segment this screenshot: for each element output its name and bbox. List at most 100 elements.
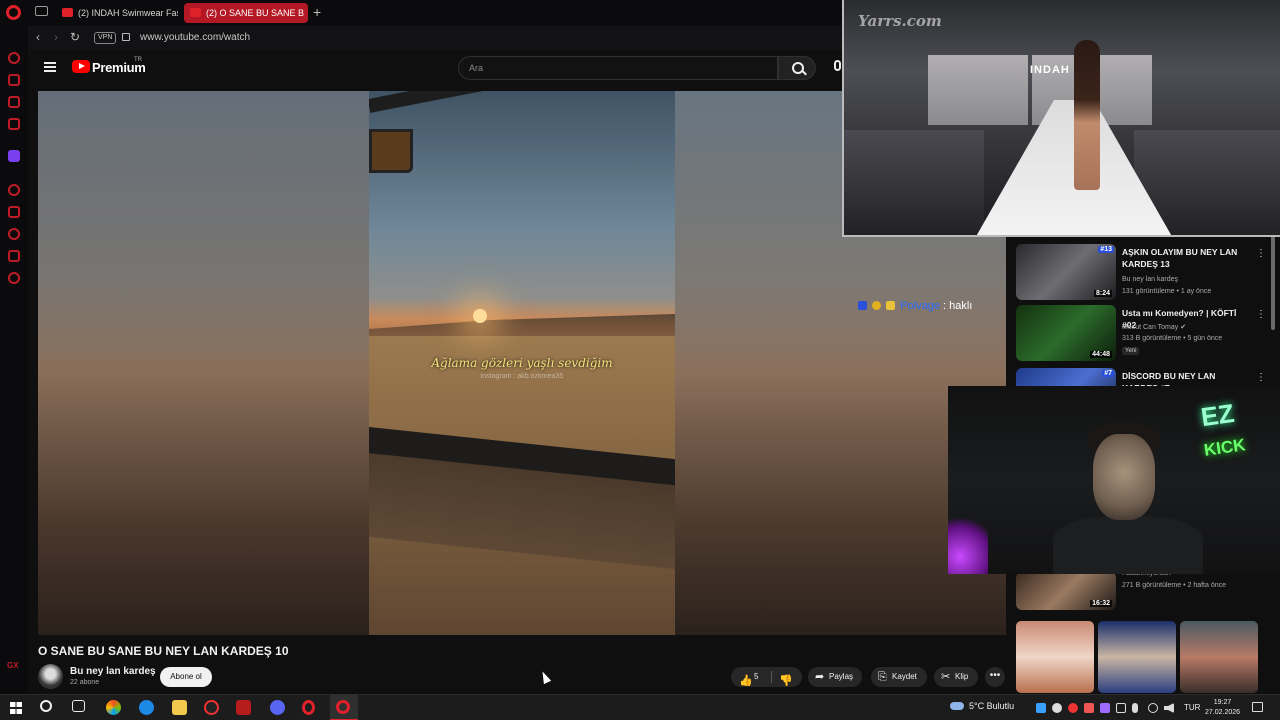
save-button[interactable]: ⎘ Kaydet	[871, 667, 927, 687]
opera-icon[interactable]	[302, 700, 315, 715]
mail-icon[interactable]	[8, 118, 20, 130]
twitch-icon[interactable]	[8, 150, 20, 162]
messenger-icon[interactable]	[8, 96, 20, 108]
badge-icon	[858, 301, 867, 310]
chat-text: : haklı	[943, 300, 973, 312]
file-explorer-icon[interactable]	[172, 700, 187, 715]
watermark: Yarrs.com	[858, 12, 942, 30]
tray-app-icon[interactable]	[1084, 703, 1094, 713]
youtube-header: Premium TR Ara	[28, 50, 843, 86]
lyrics-credit: instagram : akb.ozkrnea35	[480, 373, 564, 380]
telegram-icon[interactable]	[1036, 703, 1046, 713]
back-icon[interactable]: ‹	[36, 30, 40, 44]
thumbs-down-icon[interactable]: 👎	[779, 671, 793, 691]
gx-control-icon[interactable]	[8, 52, 20, 64]
vpn-badge[interactable]: VPN	[94, 32, 117, 44]
windows-start-icon[interactable]	[10, 702, 22, 714]
reload-icon[interactable]: ↻	[70, 30, 80, 44]
video-meta: 271 B görüntüleme • 2 hafta önce	[1122, 582, 1227, 589]
channel-name[interactable]: Bu ney lan kardeş	[1122, 276, 1178, 283]
badge-icon	[886, 301, 896, 310]
share-button[interactable]: ➦ Paylaş	[808, 667, 862, 687]
settings-icon[interactable]	[8, 272, 20, 284]
gx-label: GX	[7, 661, 19, 670]
streamer-facecam: EZ KICK	[948, 386, 1280, 574]
kebab-menu-icon[interactable]: ⋮	[1256, 372, 1266, 383]
thumbs-up-icon[interactable]: 👍	[739, 671, 753, 691]
input-language[interactable]: TUR	[1184, 703, 1200, 712]
shorts-thumbnail[interactable]	[1098, 621, 1176, 693]
opera-gx-taskbar-icon[interactable]	[204, 700, 219, 715]
windows-taskbar: 5°C Bulutlu TUR 19:27 27.02.2026	[0, 694, 1280, 720]
search-icon[interactable]	[40, 700, 52, 712]
search-icon[interactable]	[778, 56, 816, 80]
gx-corner-icon[interactable]	[8, 74, 20, 86]
weather-widget[interactable]: 5°C Bulutlu	[950, 701, 1014, 711]
microphone-icon[interactable]	[834, 60, 841, 71]
player-icon[interactable]	[8, 184, 20, 196]
tab-indah-swimwear[interactable]: (2) INDAH Swimwear Fash	[56, 3, 178, 23]
system-clock[interactable]: 19:27 27.02.2026	[1205, 698, 1240, 718]
channel-name[interactable]: Mesut Can Tomay ✔	[1122, 323, 1186, 331]
network-icon[interactable]	[1148, 703, 1158, 713]
extensions-icon[interactable]	[8, 250, 20, 262]
video-title[interactable]: AŞKIN OLAYIM BU NEY LAN KARDEŞ 13	[1122, 246, 1250, 270]
hamburger-menu-icon[interactable]	[44, 62, 56, 72]
shorts-thumbnail[interactable]	[1180, 621, 1258, 693]
purple-light	[948, 516, 988, 574]
video-title: O SANE BU SANE BU NEY LAN KARDEŞ 10	[38, 644, 289, 658]
share-icon: ➦	[815, 671, 825, 683]
active-app-indicator[interactable]	[330, 695, 358, 720]
like-count[interactable]: 5	[754, 667, 758, 687]
list-item[interactable]: 44:48 Usta mı Komedyen? | KÖFTİ #02 Mesu…	[1016, 305, 1268, 363]
discord-icon[interactable]	[270, 700, 285, 715]
list-item[interactable]: #13 8:24 AŞKIN OLAYIM BU NEY LAN KARDEŞ …	[1016, 244, 1268, 302]
forward-icon[interactable]: ›	[54, 30, 58, 44]
bookmarks-icon[interactable]	[8, 206, 20, 218]
channel-name[interactable]: Bu ney lan kardeş	[70, 666, 156, 677]
video-frame[interactable]: Ağlama gözleri yaşlı sevdiğim instagram …	[369, 91, 675, 635]
search-input[interactable]: Ara	[458, 56, 778, 80]
like-dislike-group: 👍 5 👎	[731, 667, 802, 687]
tab-o-sane-bu-sane[interactable]: (2) O SANE BU SANE B	[184, 3, 308, 23]
sunset-sun	[473, 309, 487, 323]
video-thumbnail[interactable]: #13 8:24	[1016, 244, 1116, 300]
subscriber-count: 22 abone	[70, 679, 100, 686]
speaker-icon	[190, 8, 201, 17]
duration-badge: 8:24	[1093, 290, 1112, 297]
kebab-menu-icon[interactable]: ⋮	[1256, 248, 1266, 259]
history-icon[interactable]	[8, 228, 20, 240]
youtube-logo-icon[interactable]	[72, 60, 90, 73]
voicemod-icon[interactable]	[236, 700, 251, 715]
streamer-head	[1093, 434, 1155, 520]
chat-message: Polvage : haklı	[858, 300, 972, 312]
opera-menu-icon[interactable]	[6, 5, 21, 20]
channel-avatar[interactable]	[38, 664, 63, 689]
kebab-menu-icon[interactable]: ⋮	[1256, 309, 1266, 320]
youtube-favicon-icon	[62, 8, 73, 17]
notification-icon[interactable]	[1252, 702, 1263, 712]
microphone-tray-icon[interactable]	[1132, 703, 1138, 713]
shorts-thumbnail[interactable]	[1016, 621, 1094, 693]
task-view-icon[interactable]	[72, 700, 85, 712]
video-thumbnail[interactable]: 44:48	[1016, 305, 1116, 361]
lock-icon[interactable]	[122, 33, 130, 41]
copilot-icon[interactable]	[106, 700, 121, 715]
subscribe-button[interactable]: Abone ol	[160, 667, 212, 687]
edge-icon[interactable]	[139, 700, 154, 715]
new-tab-button[interactable]: +	[313, 4, 321, 20]
obs-icon[interactable]	[1068, 703, 1078, 713]
volume-icon[interactable]	[1164, 703, 1174, 713]
grid-icon[interactable]	[1100, 703, 1110, 713]
clip-button[interactable]: ✂ Klip	[934, 667, 978, 687]
url-field[interactable]: www.youtube.com/watch	[140, 32, 250, 43]
more-actions-button[interactable]: •••	[985, 667, 1005, 687]
tray-chevron-icon[interactable]	[1116, 703, 1126, 713]
video-thumbnail[interactable]: 16:32	[1016, 572, 1116, 610]
video-meta: 131 görüntüleme • 1 ay önce	[1122, 288, 1212, 295]
combine-roof	[369, 91, 675, 113]
ez-neon-sign: EZ	[1199, 397, 1237, 433]
runway-model	[1074, 40, 1100, 190]
discord-tray-icon[interactable]	[1052, 703, 1062, 713]
workspace-icon[interactable]	[35, 6, 48, 16]
